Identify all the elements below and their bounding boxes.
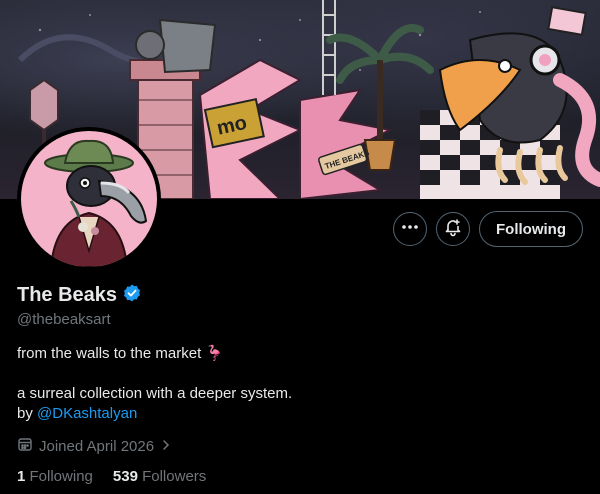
user-handle: @thebeaksart <box>17 311 111 328</box>
notify-button[interactable] <box>436 212 471 246</box>
followers-count-link[interactable]: 539 Followers <box>113 468 206 485</box>
profile-bio: from the walls to the market 🦩 a surreal… <box>17 344 583 424</box>
display-name: The Beaks <box>17 284 118 306</box>
bell-plus-icon <box>443 217 463 242</box>
following-count: 1 <box>17 468 26 485</box>
bio-by-text: by <box>17 405 38 422</box>
flamingo-emoji: 🦩 <box>205 345 225 362</box>
verified-badge-icon[interactable] <box>122 283 142 308</box>
avatar-toucan-image <box>44 139 148 267</box>
bio-line-1: from the walls to the market <box>17 345 202 362</box>
more-button[interactable] <box>393 212 428 246</box>
profile-avatar[interactable] <box>17 127 161 271</box>
chevron-right-icon <box>160 438 172 455</box>
calendar-icon <box>17 436 33 456</box>
joined-date: Joined April 2026 <box>39 437 155 455</box>
more-horizontal-icon <box>401 218 419 241</box>
profile-info: The Beaks @thebeaksart from the walls to… <box>17 283 583 485</box>
followers-count: 539 <box>112 468 138 485</box>
bio-line-2: a surreal collection with a deeper syste… <box>17 385 293 402</box>
profile-actions: Following <box>393 211 583 247</box>
follow-stats: 1 Following 539 Followers <box>17 468 583 485</box>
following-button[interactable]: Following <box>479 211 583 247</box>
mention-link[interactable]: @DKashtalyan <box>37 405 137 422</box>
joined-date-row[interactable]: Joined April 2026 <box>17 436 583 456</box>
following-count-link[interactable]: 1 Following <box>17 468 93 485</box>
followers-label: Followers <box>142 468 207 485</box>
following-label: Following <box>29 468 93 485</box>
